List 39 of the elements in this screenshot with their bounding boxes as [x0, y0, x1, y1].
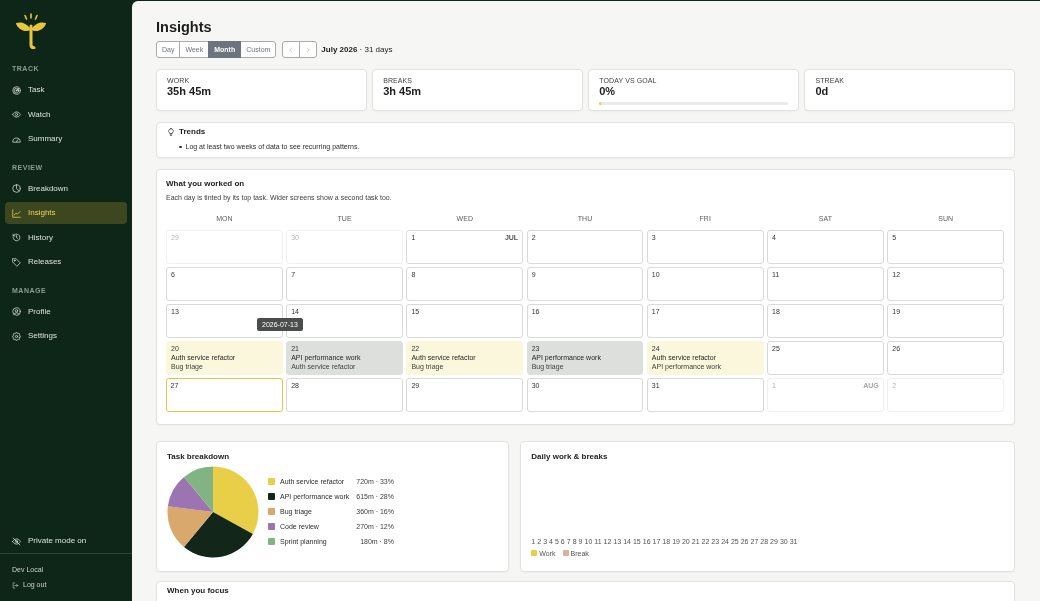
gauge-icon: [12, 134, 21, 144]
stat-value: 0%: [599, 85, 617, 98]
stat-value: 0d: [815, 85, 830, 98]
page-title: Insights: [156, 18, 213, 36]
nav-item[interactable]: Summary: [5, 128, 127, 150]
plant-logo: [15, 13, 47, 49]
target-icon: [12, 85, 21, 95]
lightbulb-icon: [167, 128, 175, 136]
nav-item[interactable]: Settings: [5, 325, 127, 347]
nav-item[interactable]: Task: [5, 79, 127, 101]
chevron-right-icon: [305, 46, 312, 53]
logout-icon: [12, 581, 19, 589]
previous-button[interactable]: [282, 41, 301, 58]
stat-value: 35h 45m: [167, 85, 213, 98]
chevron-left-icon: [288, 46, 295, 53]
nav-item[interactable]: History: [5, 226, 127, 249]
tag-icon: [12, 257, 21, 267]
nav-item[interactable]: Watch: [5, 103, 127, 126]
next-button[interactable]: [299, 41, 318, 58]
card-title: Task breakdown: [167, 451, 231, 462]
nav-item[interactable]: Breakdown: [5, 177, 127, 200]
period-label: July 2026 · 31 days: [321, 43, 393, 56]
user-icon: [12, 307, 21, 316]
bullet-icon: [179, 145, 182, 149]
private-mode-toggle[interactable]: Private mode on: [5, 530, 127, 552]
card-title: When you focus: [167, 585, 230, 596]
pie-chart-icon: [12, 184, 21, 193]
card-title: Daily work & breaks: [531, 451, 609, 462]
eye-icon: [12, 110, 21, 119]
nav-item[interactable]: Insights: [5, 202, 127, 224]
nav-item[interactable]: Profile: [5, 300, 127, 323]
nav-item[interactable]: Releases: [5, 251, 127, 273]
line-chart-icon: [12, 208, 21, 218]
settings-icon: [12, 331, 21, 341]
history-icon: [12, 233, 21, 242]
card-title: What you worked on: [166, 179, 246, 189]
card-title: Trends: [179, 127, 206, 137]
stat-value: 3h 45m: [383, 85, 423, 98]
eye-slash-icon: [12, 536, 21, 546]
